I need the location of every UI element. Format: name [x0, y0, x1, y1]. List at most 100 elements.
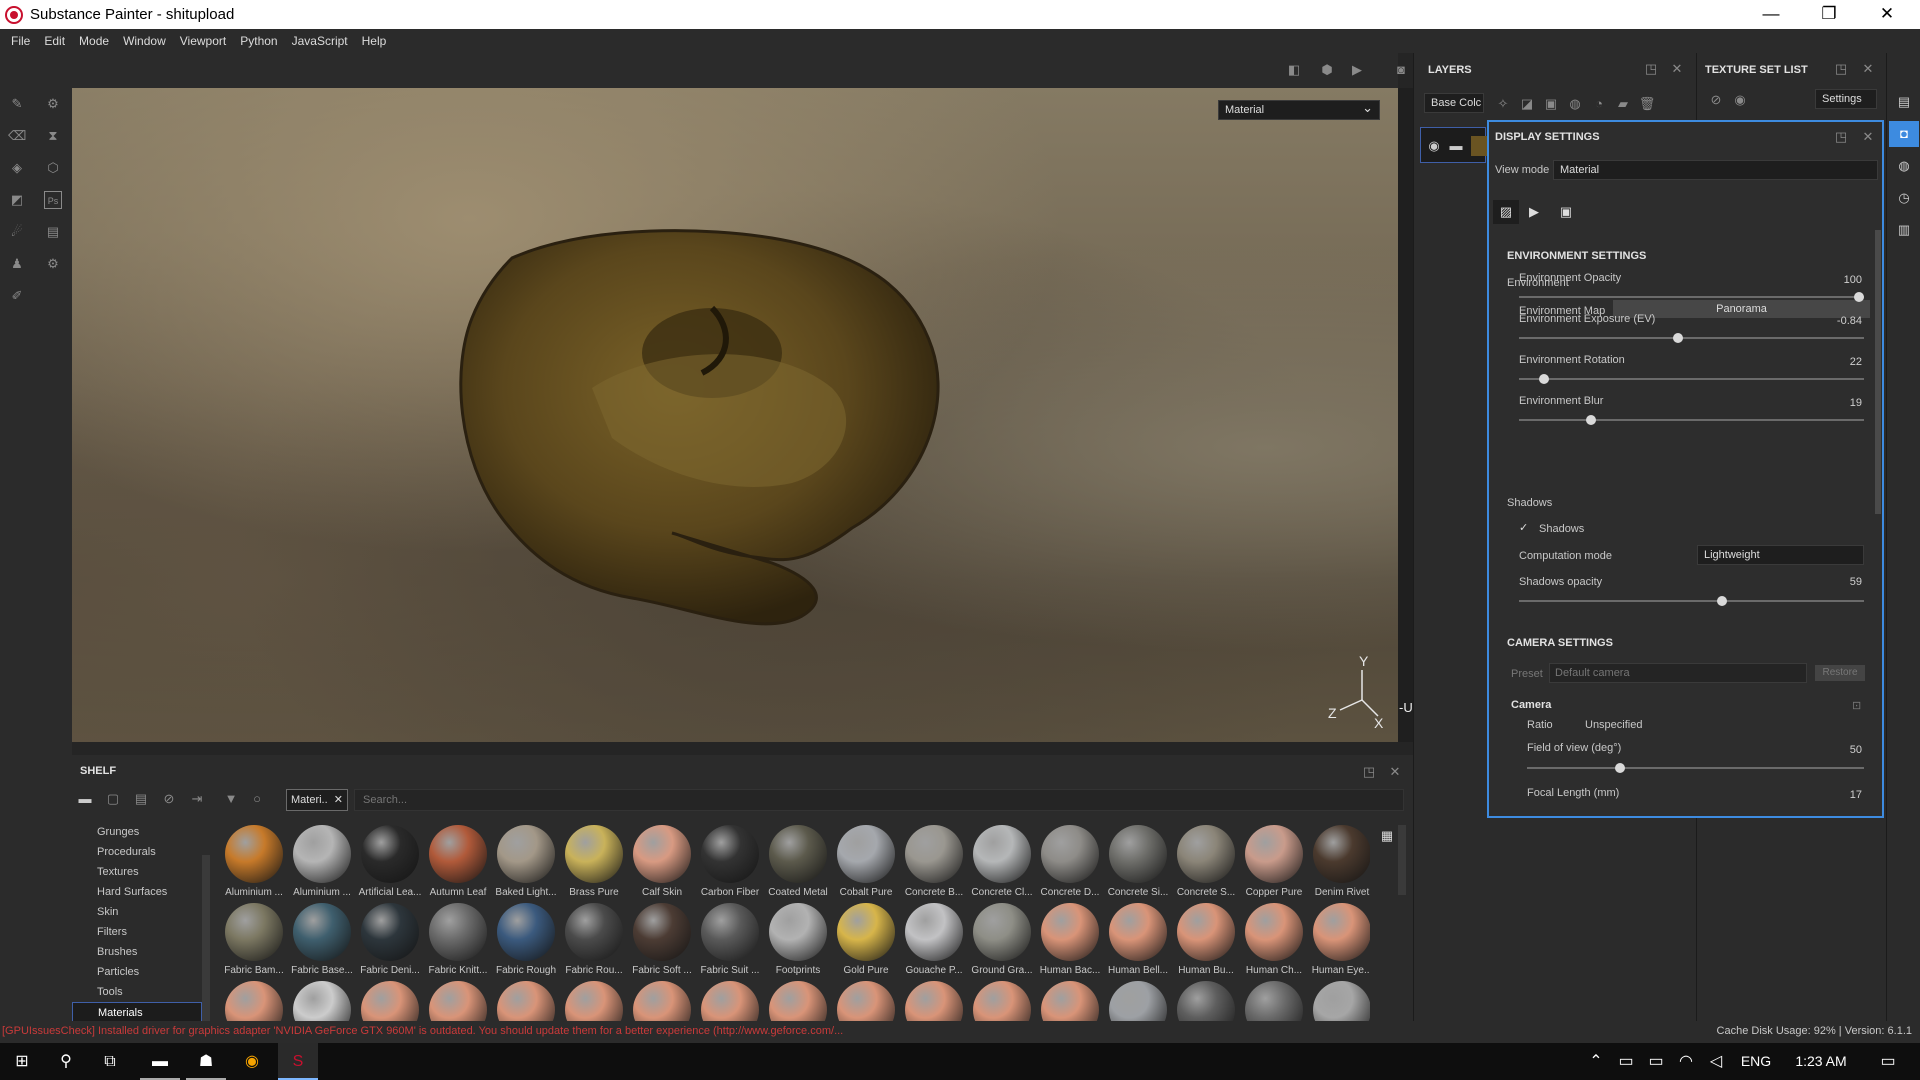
material-tile[interactable]: Gouache P... — [900, 903, 968, 976]
material-tile[interactable]: Baked Light... — [492, 825, 560, 898]
add-folder-icon[interactable]: ▰ — [1614, 95, 1632, 113]
layers-close-icon[interactable]: ✕ — [1668, 60, 1686, 78]
material-tile[interactable] — [696, 981, 764, 1021]
add-mask-icon[interactable]: ◪ — [1518, 95, 1536, 113]
fov-knob[interactable] — [1615, 763, 1626, 773]
category-tools[interactable]: Tools — [72, 982, 202, 1002]
material-tile[interactable]: Ground Gra... — [968, 903, 1036, 976]
material-tile[interactable] — [832, 981, 900, 1021]
slider-knob[interactable] — [1673, 333, 1684, 343]
folder-icon[interactable]: ▬ — [76, 790, 94, 808]
fill-layer-icon[interactable]: ◍ — [1566, 95, 1584, 113]
material-tile[interactable]: Fabric Rou... — [560, 903, 628, 976]
material-tile[interactable]: Concrete S... — [1172, 825, 1240, 898]
display-settings-scrollbar[interactable] — [1875, 230, 1881, 514]
3d-viewport[interactable]: Material Y Z X — [72, 88, 1398, 742]
shelf-float-icon[interactable]: ◳ — [1360, 763, 1378, 781]
filter-chip[interactable]: Materi.. ✕ — [286, 789, 348, 811]
category-filters[interactable]: Filters — [72, 922, 202, 942]
material-tile[interactable]: Carbon Fiber — [696, 825, 764, 898]
material-tile[interactable] — [1036, 981, 1104, 1021]
category-textures[interactable]: Textures — [72, 862, 202, 882]
material-tile[interactable] — [900, 981, 968, 1021]
shadows-checkbox[interactable]: ✓ — [1519, 521, 1528, 534]
tsl-float-icon[interactable]: ◳ — [1832, 60, 1850, 78]
material-tile[interactable] — [560, 981, 628, 1021]
tsl-close-icon[interactable]: ✕ — [1859, 60, 1877, 78]
category-hard-surfaces[interactable]: Hard Surfaces — [72, 882, 202, 902]
category-particles[interactable]: Particles — [72, 962, 202, 982]
camera-lock-icon[interactable]: ⊡ — [1852, 699, 1861, 712]
grid-view-icon[interactable]: ▦ — [1378, 827, 1396, 845]
filter-icon[interactable]: ▼ — [222, 790, 240, 808]
add-effect-icon[interactable]: ✧ — [1494, 95, 1512, 113]
material-tile[interactable]: Fabric Rough — [492, 903, 560, 976]
material-tile[interactable]: Artificial Lea... — [356, 825, 424, 898]
material-tile[interactable] — [220, 981, 288, 1021]
menu-help[interactable]: Help — [362, 34, 387, 48]
hourglass-icon[interactable]: ⧗ — [44, 127, 62, 145]
minimize-button[interactable]: — — [1742, 0, 1800, 29]
material-tile[interactable]: Autumn Leaf — [424, 825, 492, 898]
environment-slider[interactable] — [1519, 374, 1864, 384]
material-tile[interactable] — [288, 981, 356, 1021]
display-close-icon[interactable]: ✕ — [1859, 128, 1877, 146]
channel-select[interactable]: Base Colc — [1424, 93, 1484, 113]
add-layer-icon[interactable]: ▣ — [1542, 95, 1560, 113]
menu-mode[interactable]: Mode — [79, 34, 109, 48]
file-explorer-icon[interactable]: ▬ — [140, 1043, 180, 1080]
tsl-settings-select[interactable]: Settings — [1815, 89, 1877, 109]
environment-slider[interactable] — [1519, 415, 1864, 425]
material-tile[interactable]: Brass Pure — [560, 825, 628, 898]
material-tile[interactable]: Fabric Soft ... — [628, 903, 696, 976]
shadows-opacity-knob[interactable] — [1716, 596, 1727, 606]
cube-icon[interactable]: ⬢ — [1318, 61, 1336, 79]
brush-settings-icon[interactable]: ⚙ — [44, 95, 62, 113]
material-tile[interactable]: Denim Rivet — [1308, 825, 1370, 898]
maximize-button[interactable]: ❐ — [1800, 0, 1858, 29]
environment-tab[interactable]: ▨ — [1493, 200, 1519, 224]
polygon-fill-icon[interactable]: ◩ — [8, 191, 26, 209]
shadows-opacity-slider[interactable] — [1519, 596, 1864, 606]
menu-edit[interactable]: Edit — [44, 34, 65, 48]
menu-viewport[interactable]: Viewport — [180, 34, 226, 48]
smudge-icon[interactable]: ☄ — [8, 223, 26, 241]
material-tile[interactable]: Copper Pure — [1240, 825, 1308, 898]
material-tile[interactable] — [968, 981, 1036, 1021]
clock[interactable]: 1:23 AM — [1786, 1043, 1856, 1080]
material-tile[interactable] — [356, 981, 424, 1021]
display-float-icon[interactable]: ◳ — [1832, 128, 1850, 146]
category-scrollbar[interactable] — [202, 855, 210, 1021]
menu-python[interactable]: Python — [240, 34, 277, 48]
environment-slider[interactable] — [1519, 333, 1864, 343]
slider-knob[interactable] — [1854, 292, 1864, 302]
material-tile[interactable]: Calf Skin — [628, 825, 696, 898]
material-tile[interactable]: Concrete Cl... — [968, 825, 1036, 898]
category-procedurals[interactable]: Procedurals — [72, 842, 202, 862]
material-tile[interactable]: Human Bu... — [1172, 903, 1240, 976]
new-item-icon[interactable]: ▢ — [104, 790, 122, 808]
material-tile[interactable]: Human Bell... — [1104, 903, 1172, 976]
smart-material-icon[interactable]: ◔ — [1590, 95, 1608, 113]
material-tile[interactable]: Concrete D... — [1036, 825, 1104, 898]
camera-preset-input[interactable] — [1549, 663, 1807, 683]
search-icon[interactable]: ⚲ — [46, 1043, 86, 1080]
computation-mode-select[interactable]: Lightweight — [1697, 545, 1864, 565]
delete-layer-icon[interactable]: 🗑 — [1638, 95, 1656, 113]
material-tile[interactable] — [628, 981, 696, 1021]
properties-icon[interactable]: ▤ — [1895, 93, 1913, 111]
material-tile[interactable]: Fabric Deni... — [356, 903, 424, 976]
material-tile[interactable]: Cobalt Pure — [832, 825, 900, 898]
slider-knob[interactable] — [1539, 374, 1550, 384]
menu-window[interactable]: Window — [123, 34, 166, 48]
material-tile[interactable]: Fabric Base... — [288, 903, 356, 976]
material-tile[interactable]: Human Eye... — [1308, 903, 1370, 976]
material-tile[interactable] — [1240, 981, 1308, 1021]
layer-visibility-icon[interactable]: ◉ — [1425, 137, 1443, 155]
material-tile[interactable]: Aluminium ... — [220, 825, 288, 898]
shelf-search-input[interactable] — [354, 789, 1404, 811]
steam-icon[interactable]: ☗ — [186, 1043, 226, 1080]
history-icon[interactable]: ◷ — [1895, 189, 1913, 207]
menu-javascript[interactable]: JavaScript — [292, 34, 348, 48]
environment-slider[interactable] — [1519, 292, 1864, 302]
